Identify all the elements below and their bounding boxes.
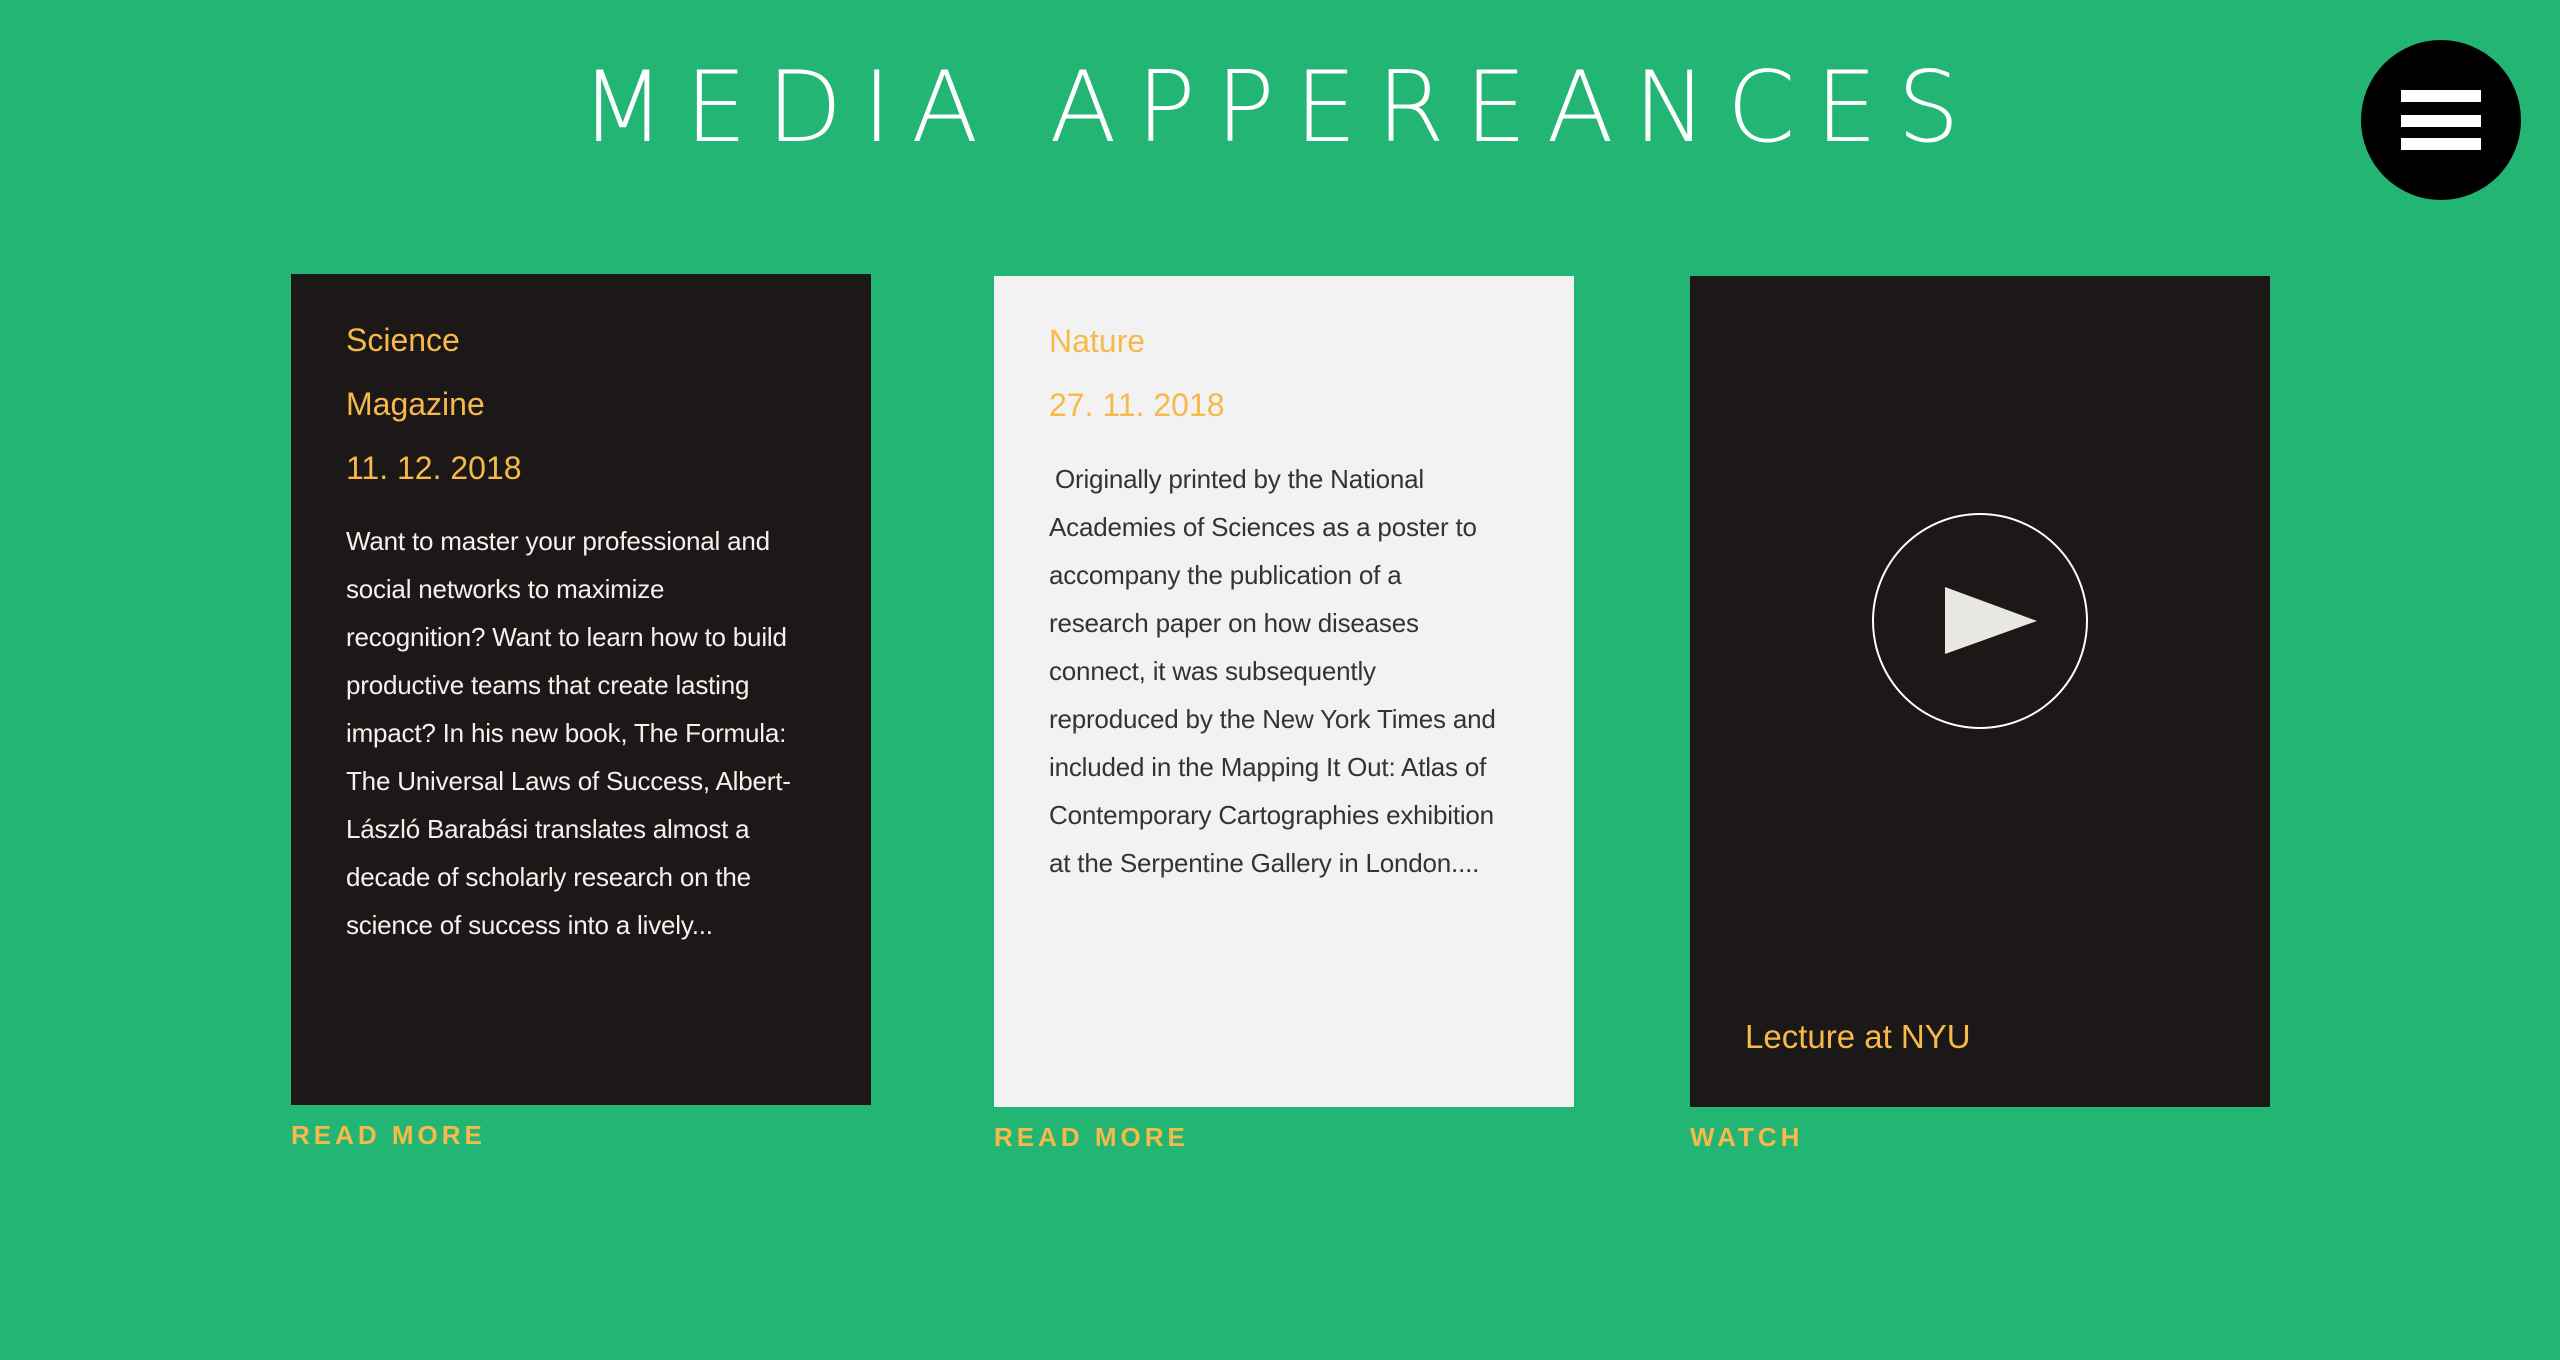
- video-caption: Lecture at NYU: [1745, 1018, 1971, 1055]
- read-more-link[interactable]: READ MORE: [291, 1120, 486, 1151]
- read-more-link[interactable]: READ MORE: [994, 1122, 1189, 1153]
- media-card-nature: Nature 27. 11. 2018 Originally printed b…: [994, 276, 1574, 1107]
- play-button[interactable]: [1872, 513, 2088, 729]
- page-title: MEDIA APPEREANCES: [0, 58, 2560, 158]
- card-excerpt: Originally printed by the National Acade…: [1049, 464, 1496, 878]
- menu-button[interactable]: [2361, 40, 2521, 200]
- play-icon: [1945, 587, 2037, 654]
- card-source: Science: [346, 322, 460, 358]
- page-title-text: MEDIA APPEREANCES: [580, 51, 1980, 165]
- card-source-cont: Magazine: [346, 386, 485, 422]
- card-excerpt: Want to master your professional and soc…: [346, 526, 791, 940]
- watch-link[interactable]: WATCH: [1690, 1122, 1803, 1153]
- card-date: 11. 12. 2018: [346, 450, 522, 486]
- media-card-science: Science Magazine 11. 12. 2018 Want to ma…: [291, 274, 871, 1105]
- card-source: Nature: [1049, 323, 1146, 359]
- card-date: 27. 11. 2018: [1049, 387, 1225, 423]
